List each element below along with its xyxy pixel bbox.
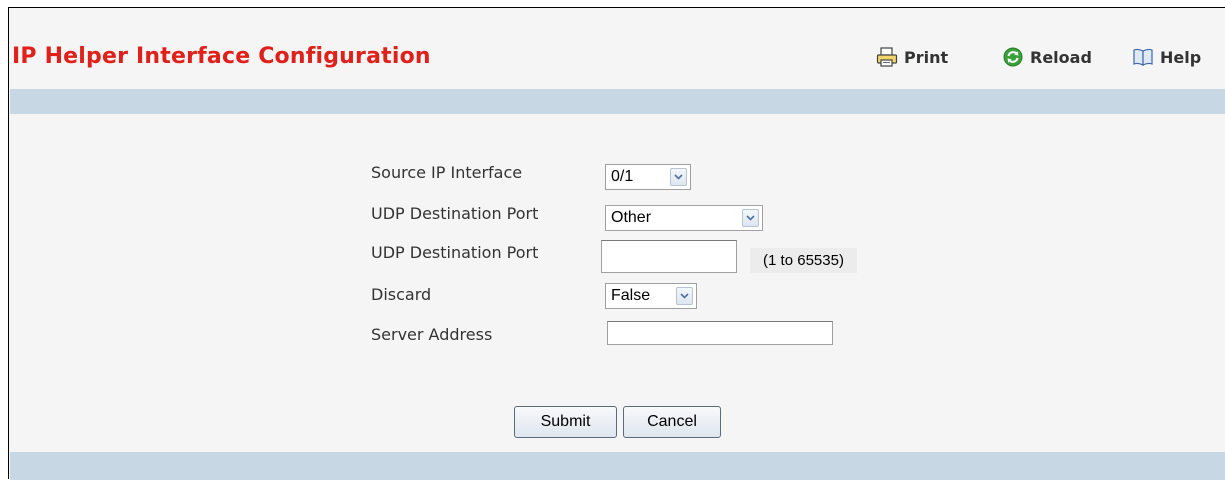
reload-label: Reload: [1030, 47, 1092, 67]
source-ip-interface-value: 0/1: [611, 168, 634, 185]
book-icon: [1132, 46, 1154, 68]
submit-button[interactable]: Submit: [514, 406, 617, 438]
udp-destination-port-input-label: UDP Destination Port: [371, 243, 539, 262]
reload-icon: [1002, 46, 1024, 68]
print-button[interactable]: Print: [876, 46, 948, 68]
chevron-down-icon[interactable]: [676, 287, 693, 305]
server-address-input[interactable]: [607, 321, 833, 345]
printer-icon: [876, 46, 898, 68]
discard-select[interactable]: False: [605, 283, 697, 309]
discard-value: False: [611, 287, 651, 304]
chevron-down-icon[interactable]: [742, 209, 759, 227]
help-label: Help: [1160, 47, 1202, 67]
udp-destination-port-select-value: Other: [611, 209, 652, 226]
content-frame: IP Helper Interface Configuration Print: [8, 7, 1225, 480]
source-ip-interface-select[interactable]: 0/1: [605, 164, 691, 190]
udp-destination-port-select[interactable]: Other: [605, 205, 763, 231]
udp-destination-port-input[interactable]: [601, 240, 737, 273]
udp-destination-port-select-label: UDP Destination Port: [371, 204, 539, 223]
port-range-hint: (1 to 65535): [750, 248, 857, 273]
reload-button[interactable]: Reload: [1002, 46, 1092, 68]
help-button[interactable]: Help: [1132, 46, 1201, 68]
cancel-button[interactable]: Cancel: [623, 406, 721, 438]
chevron-down-icon[interactable]: [670, 168, 687, 186]
header-band: [10, 89, 1225, 114]
discard-label: Discard: [371, 285, 432, 304]
source-ip-interface-label: Source IP Interface: [371, 163, 523, 182]
print-label: Print: [904, 47, 949, 67]
toolbar: Print Reload Help: [9, 46, 1225, 72]
footer-band: [10, 452, 1225, 480]
server-address-label: Server Address: [371, 325, 493, 344]
